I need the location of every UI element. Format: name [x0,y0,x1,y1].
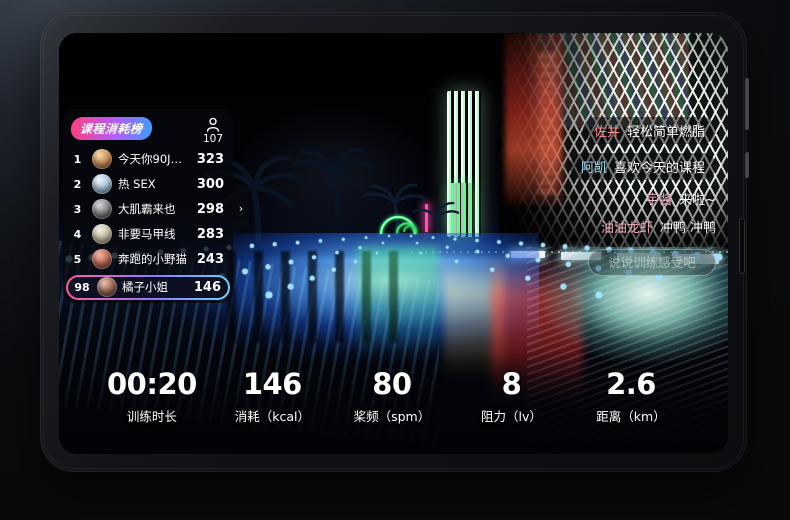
tablet-frame: › 课程消耗榜 107 1 今天 [40,12,747,472]
user-name: 热 SEX [118,176,193,192]
leaderboard-row: 3 大肌霸来也 298 [63,197,233,222]
user-name: 橘子小姐 [122,279,194,295]
user-name: 非要马甲线 [118,226,193,242]
person-icon [206,117,220,132]
stat-value: 80 [348,369,436,401]
calories-value: 283 [197,227,224,242]
rank: 1 [69,153,86,166]
avatar [97,277,117,297]
leaderboard-row: 1 今天你90J了嘛 323 [63,147,233,172]
leaderboard-panel: › 课程消耗榜 107 1 今天 [63,109,233,303]
rank: 98 [72,281,92,294]
leaderboard-title-badge: 课程消耗榜 [70,117,152,140]
user-name: 奔跑的小野猫 [118,251,193,267]
leaderboard-collapse-tab[interactable]: › [233,185,249,231]
calories-value: 300 [197,177,224,192]
stat-label: 距离（km） [587,406,675,425]
calories-value: 323 [197,152,224,167]
avatar [92,149,112,169]
stat-value: 00:20 [107,369,197,401]
calories-value: 243 [197,252,224,267]
stat-duration: 00:20 训练时长 [107,369,197,425]
calories-value: 298 [197,202,224,217]
leaderboard-row: 4 非要马甲线 283 [63,222,233,247]
viewer-count: 107 [203,134,223,145]
rank: 5 [69,253,86,266]
rank: 3 [69,203,86,216]
stat-resistance: 8 阻力（lv） [467,369,555,425]
leaderboard-header: 课程消耗榜 107 [63,115,233,147]
viewer-counter: 107 [203,117,223,145]
chat-user-name: 油油龙虾 [601,221,653,236]
avatar [92,174,112,194]
leaderboard-row: 5 奔跑的小野猫 243 [63,247,233,272]
power-button [745,152,749,178]
avatar [92,224,112,244]
chat-text: 来啦~ [679,193,716,208]
screen: › 课程消耗榜 107 1 今天 [59,33,728,454]
volume-button [745,78,749,130]
chat-user-name: 宇酱 [646,193,672,208]
chat-message: 佐井轻松简单燃脂 [583,117,716,144]
chat-text: 喜欢今天的课程 [614,161,705,176]
chat-text: 轻松简单燃脂 [627,125,705,140]
chat-user-name: 阿凯 [581,161,607,176]
rank: 4 [69,228,86,241]
avatar [92,249,112,269]
chat-message: 阿凯喜欢今天的课程 [570,153,716,180]
user-name: 大肌霸来也 [118,201,193,217]
leaderboard-my-row: 98 橘子小姐 146 [66,275,230,300]
chat-area: 佐井轻松简单燃脂 阿凯喜欢今天的课程 宇酱来啦~ 油油龙虾冲鸭 冲鸭 [464,117,716,276]
rank: 2 [69,178,86,191]
backdrop: › 课程消耗榜 107 1 今天 [0,0,790,520]
chat-text: 冲鸭 冲鸭 [660,221,716,236]
avatar [92,199,112,219]
stat-label: 阻力（lv） [467,406,555,425]
side-notch [739,218,745,274]
stat-label: 消耗（kcal） [228,406,316,425]
chat-message: 宇酱来啦~ [646,189,716,208]
stat-value: 8 [467,369,555,401]
stat-value: 146 [228,369,316,401]
leaderboard-rows: 1 今天你90J了嘛 323 2 热 SEX 300 3 大肌霸来 [63,147,233,272]
user-name: 今天你90J了嘛 [118,151,193,167]
workout-stats-bar: 00:20 训练时长 146 消耗（kcal） 80 桨频（spm） 8 阻力（… [107,369,675,425]
leaderboard-row: 2 热 SEX 300 [63,172,233,197]
stat-label: 训练时长 [107,406,197,425]
chevron-right-icon: › [239,202,243,215]
calories-value: 146 [194,280,221,295]
chat-message: 油油龙虾冲鸭 冲鸭 [601,217,716,236]
chat-input[interactable] [588,249,716,276]
stat-label: 桨频（spm） [348,406,436,425]
stat-stroke-rate: 80 桨频（spm） [348,369,436,425]
stat-value: 2.6 [587,369,675,401]
stat-calories: 146 消耗（kcal） [228,369,316,425]
stat-distance: 2.6 距离（km） [587,369,675,425]
chat-user-name: 佐井 [594,125,620,140]
